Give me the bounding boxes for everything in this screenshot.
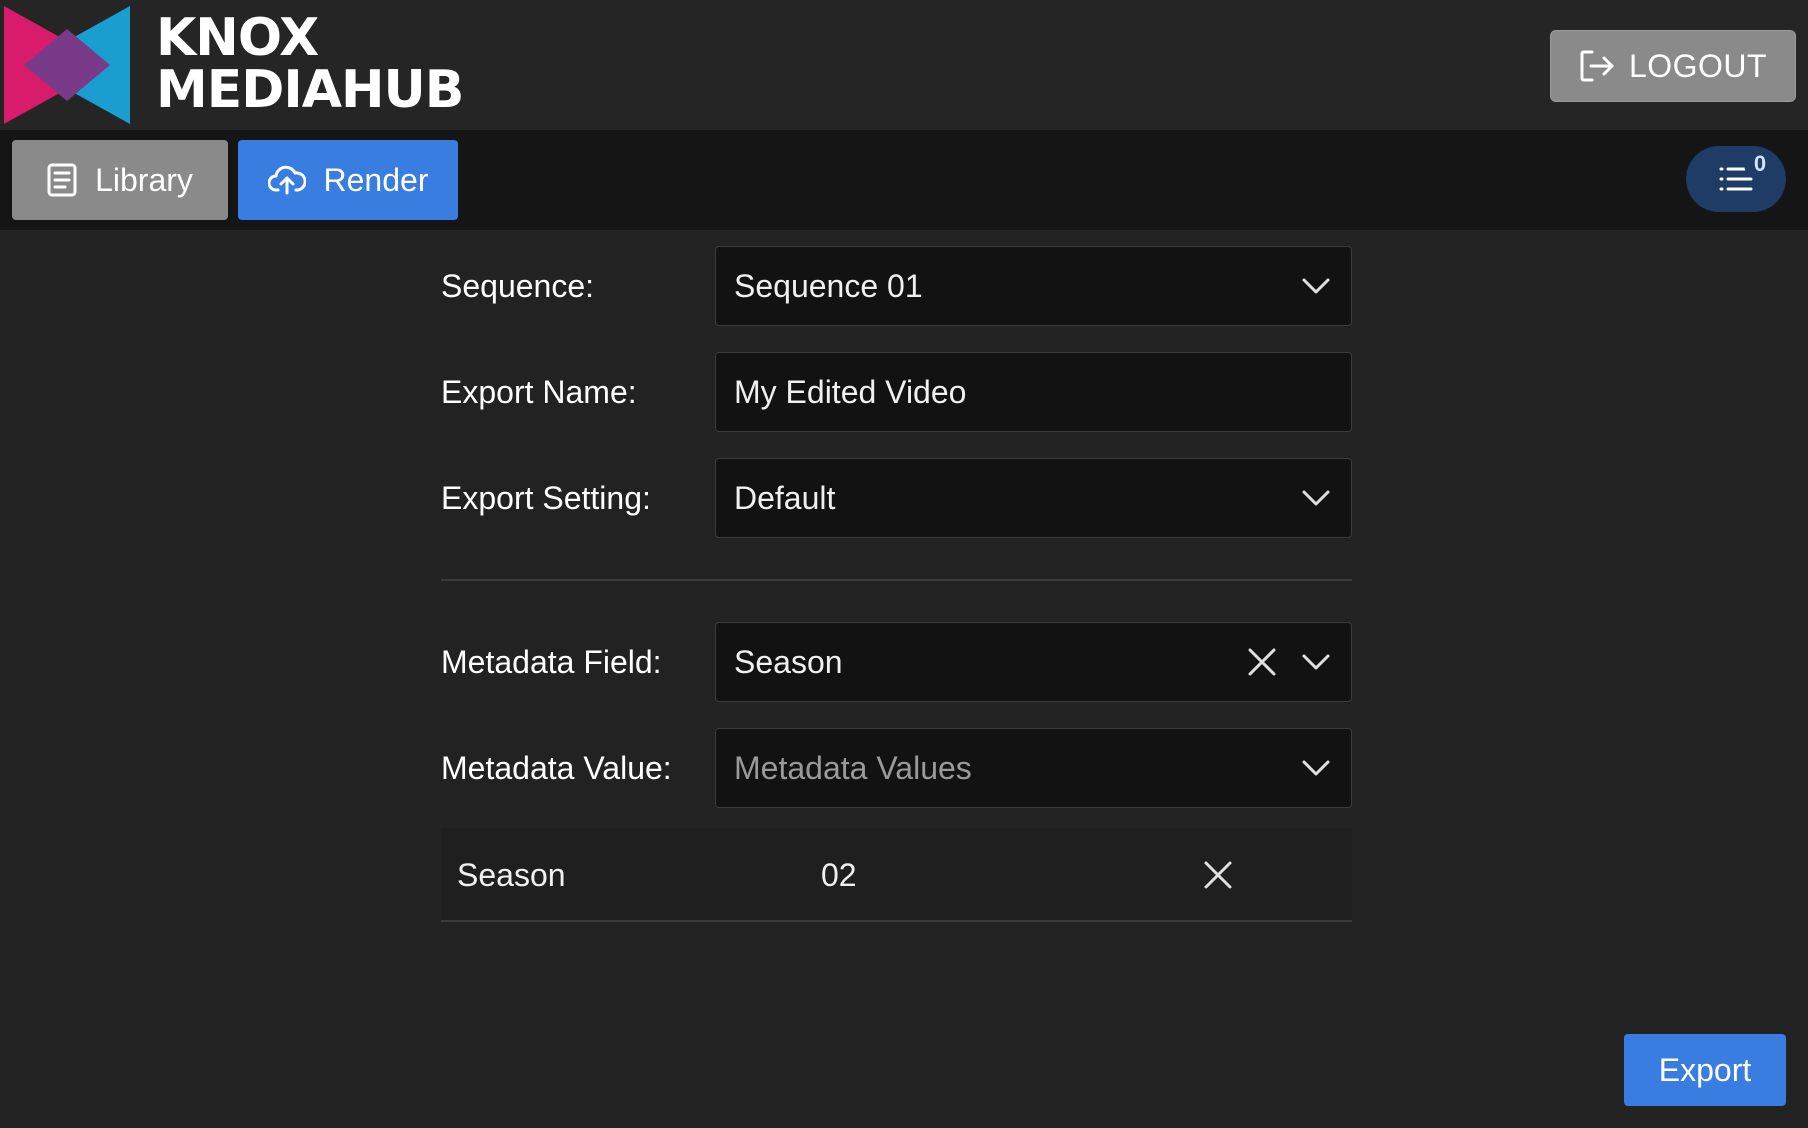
metadata-entry-field: Season [457,856,566,893]
metadata-value-select[interactable]: Metadata Values [715,728,1352,808]
chevron-down-icon[interactable] [1289,471,1343,525]
sequence-select[interactable]: Sequence 01 [715,246,1352,326]
sequence-value: Sequence 01 [734,267,923,304]
metadata-value-row: Metadata Value: Metadata Values [441,728,1352,808]
form-divider [441,579,1352,581]
chevron-down-icon[interactable] [1289,741,1343,795]
logo-mark-icon [4,6,130,124]
tab-render[interactable]: Render [238,140,458,220]
queue-count-badge: 0 [1744,148,1776,180]
metadata-field-row: Metadata Field: Season [441,622,1352,702]
metadata-field-value: Season [734,643,843,680]
app-logo: KNOX MEDIAHUB [0,4,464,126]
export-setting-label: Export Setting: [441,479,651,516]
export-name-input[interactable] [734,373,1351,411]
export-setting-value: Default [734,479,836,516]
tab-library[interactable]: Library [12,140,228,220]
export-button[interactable]: Export [1624,1034,1786,1106]
remove-entry-icon[interactable] [1191,848,1245,902]
metadata-entry-value: 02 [821,856,857,893]
app-header: KNOX MEDIAHUB LOGOUT [0,0,1808,130]
tab-render-label: Render [323,161,429,198]
sequence-label: Sequence: [441,267,595,304]
export-setting-select[interactable]: Default [715,458,1352,538]
chevron-down-icon[interactable] [1289,635,1343,689]
sequence-row: Sequence: Sequence 01 [441,246,1352,326]
chevron-down-icon[interactable] [1289,259,1343,313]
logout-icon [1580,50,1614,82]
export-name-label: Export Name: [441,373,637,410]
logout-button[interactable]: LOGOUT [1550,30,1796,102]
list-item: Season 02 [441,828,1352,922]
nav-bar: Library Render 0 [0,130,1808,230]
logo-wordmark: KNOX MEDIAHUB [156,8,464,120]
export-name-row: Export Name: [441,352,1352,432]
logout-label: LOGOUT [1628,47,1768,84]
render-queue-button[interactable]: 0 [1686,146,1786,212]
metadata-value-placeholder: Metadata Values [734,749,972,786]
logo-line-2: MEDIAHUB [156,60,464,120]
metadata-value-label: Metadata Value: [441,749,672,786]
tab-library-label: Library [95,161,193,198]
cloud-upload-icon [267,165,306,195]
logo-line-1: KNOX [156,8,319,68]
metadata-field-select[interactable]: Season [715,622,1352,702]
export-name-field-wrapper [715,352,1352,432]
export-setting-row: Export Setting: Default [441,458,1352,538]
document-icon [47,163,77,197]
metadata-field-label: Metadata Field: [441,643,662,680]
clear-icon[interactable] [1235,635,1289,689]
